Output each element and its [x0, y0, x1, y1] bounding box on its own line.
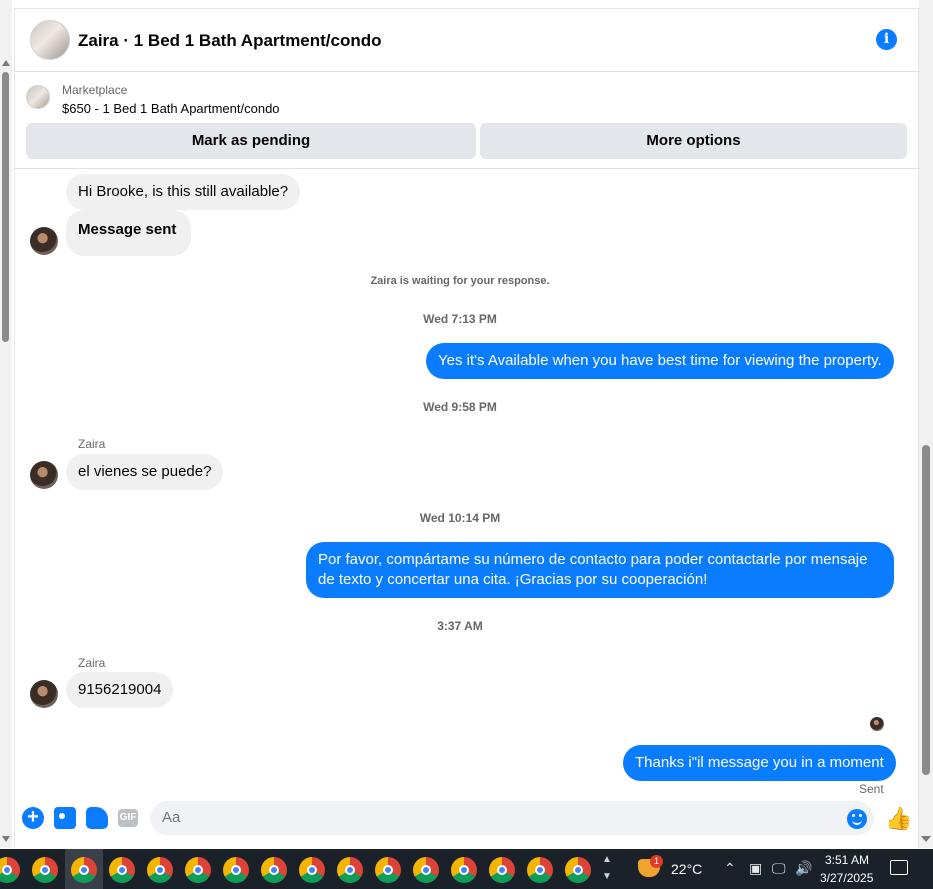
timestamp: Wed 7:13 PM — [423, 312, 497, 326]
network-icon[interactable]: 🖵 — [772, 860, 786, 877]
messenger-window: Zaira · 1 Bed 1 Bath Apartment/condo i M… — [0, 0, 933, 889]
chat-title[interactable]: Zaira · 1 Bed 1 Bath Apartment/condo — [78, 31, 382, 51]
timestamp: Wed 10:14 PM — [419, 511, 501, 525]
mark-as-pending-button[interactable]: Mark as pending — [26, 123, 476, 159]
listing-thumbnail[interactable] — [26, 85, 50, 109]
sender-name: Zaira — [78, 437, 106, 451]
contact-avatar[interactable] — [30, 227, 58, 255]
timestamp: 3:37 AM — [437, 619, 483, 633]
chrome-app-icon[interactable] — [223, 857, 249, 883]
scroll-up-arrow-icon[interactable] — [2, 60, 10, 66]
thumbs-up-icon[interactable]: 👍 — [885, 806, 912, 832]
gif-icon[interactable]: GIF — [118, 809, 138, 827]
clock-date[interactable]: 3/27/2025 — [820, 871, 873, 885]
chrome-app-icon[interactable] — [71, 857, 97, 883]
chrome-app-icon[interactable] — [147, 857, 173, 883]
listing-price-title[interactable]: $650 - 1 Bed 1 Bath Apartment/condo — [62, 101, 280, 116]
message-input[interactable] — [150, 801, 874, 835]
page-scrollbar[interactable] — [0, 0, 12, 848]
chevron-up-icon[interactable]: ⌃ — [724, 860, 736, 877]
waiting-notice: Zaira is waiting for your response. — [370, 275, 550, 287]
chrome-app-icon[interactable] — [185, 857, 211, 883]
marketplace-listing-card: Marketplace $650 - 1 Bed 1 Bath Apartmen… — [15, 72, 920, 169]
sender-name: Zaira — [78, 656, 106, 670]
chrome-app-icon[interactable] — [32, 857, 58, 883]
chrome-app-icon[interactable] — [0, 857, 20, 883]
clock-time[interactable]: 3:51 AM — [825, 853, 869, 867]
more-options-button[interactable]: More options — [480, 123, 907, 159]
chrome-app-icon[interactable] — [299, 857, 325, 883]
message-bubble-incoming[interactable]: el vienes se puede? — [66, 454, 224, 490]
sticker-icon[interactable] — [86, 807, 108, 829]
listing-avatar[interactable] — [30, 20, 70, 60]
chrome-app-icon[interactable] — [261, 857, 287, 883]
message-bubble-incoming[interactable]: Hi Brooke, is this still available? — [66, 174, 301, 210]
windows-taskbar: ▲ ▼ 1 22°C ⌃ ▣ 🖵 🔊 3:51 AM 3/27/2025 — [0, 849, 933, 889]
chrome-app-icon[interactable] — [337, 857, 363, 883]
message-bubble-outgoing[interactable]: Thanks i"il message you in a moment — [623, 745, 896, 781]
notifications-icon[interactable] — [890, 860, 908, 875]
page-scroll-thumb[interactable] — [2, 72, 9, 342]
right-scroll-thumb[interactable] — [922, 445, 930, 775]
message-list: Hi Brooke, is this still available? Mess… — [15, 170, 905, 796]
temperature[interactable]: 22°C — [671, 861, 702, 877]
right-scrollbar[interactable] — [919, 0, 933, 848]
seen-avatar-icon — [870, 717, 884, 731]
delivery-status: Sent — [859, 782, 884, 796]
message-bubble-incoming[interactable]: Message sent — [66, 210, 192, 256]
chat-panel: Zaira · 1 Bed 1 Bath Apartment/condo i M… — [14, 8, 920, 848]
chrome-app-icon[interactable] — [375, 857, 401, 883]
weather-alert-badge: 1 — [650, 855, 663, 868]
message-bubble-outgoing[interactable]: Por favor, compártame su número de conta… — [306, 542, 894, 598]
listing-source: Marketplace — [62, 83, 128, 97]
chrome-app-icon[interactable] — [565, 857, 591, 883]
chrome-app-icon[interactable] — [527, 857, 553, 883]
chrome-app-icon[interactable] — [413, 857, 439, 883]
scroll-down-arrow-icon[interactable] — [2, 836, 10, 842]
contact-avatar[interactable] — [30, 680, 58, 708]
volume-icon[interactable]: 🔊 — [795, 860, 812, 877]
meet-now-icon[interactable]: ▣ — [749, 860, 762, 877]
timestamp: Wed 9:58 PM — [423, 400, 497, 414]
chat-header: Zaira · 1 Bed 1 Bath Apartment/condo i — [15, 9, 920, 72]
chrome-app-icon[interactable] — [451, 857, 477, 883]
chrome-app-icon[interactable] — [109, 857, 135, 883]
message-bubble-incoming[interactable]: 9156219004 — [66, 672, 174, 708]
info-icon[interactable]: i — [876, 29, 897, 50]
message-composer: + GIF 👍 — [15, 798, 920, 848]
contact-avatar[interactable] — [30, 461, 58, 489]
taskbar-scroll-icon[interactable]: ▲ ▼ — [600, 851, 614, 887]
chrome-app-icon[interactable] — [489, 857, 515, 883]
right-scroll-down-icon[interactable] — [921, 836, 931, 842]
message-bubble-outgoing[interactable]: Yes it's Available when you have best ti… — [426, 343, 894, 379]
plus-icon[interactable]: + — [22, 807, 44, 829]
emoji-icon[interactable] — [847, 809, 867, 829]
image-icon[interactable] — [54, 807, 76, 829]
